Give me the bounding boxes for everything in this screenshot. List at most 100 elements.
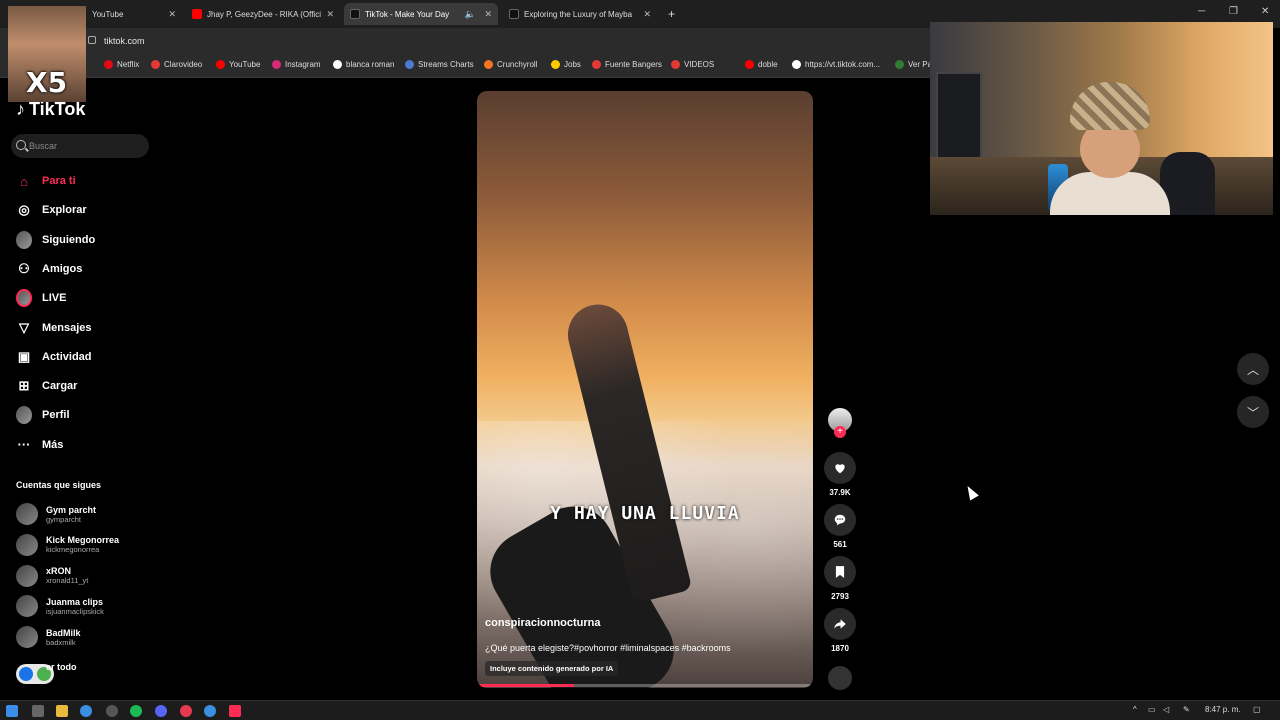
tab-tiktok[interactable]: TikTok - Make Your Day 🔈 ✕ bbox=[344, 3, 498, 25]
following-handle: kickmegonorrea bbox=[46, 545, 100, 555]
bookmark-item[interactable]: VIDEOS bbox=[671, 60, 714, 69]
following-text: BadMilk badxmilk bbox=[46, 628, 81, 647]
close-icon[interactable]: ✕ bbox=[168, 9, 176, 20]
bookmark-item[interactable]: Netflix bbox=[104, 60, 139, 69]
tiktok-logo[interactable]: ♪ TikTok bbox=[16, 99, 85, 120]
tab-maybach[interactable]: Exploring the Luxury of Mayba ✕ bbox=[503, 3, 657, 25]
new-tab-button[interactable]: + bbox=[662, 3, 682, 25]
close-icon[interactable]: ✕ bbox=[484, 9, 492, 20]
bookmark-label: Crunchyroll bbox=[497, 60, 538, 69]
bookmark-item[interactable]: Fuente Bangers bbox=[592, 60, 662, 69]
following-item[interactable]: Juanma clips isjuanmaclipskick bbox=[16, 595, 104, 618]
like-button[interactable] bbox=[824, 452, 856, 484]
video-author[interactable]: conspiracionnocturna bbox=[485, 617, 601, 629]
music-disc-icon[interactable] bbox=[828, 666, 852, 690]
following-name: Kick Megonorrea bbox=[46, 535, 120, 546]
spotify-icon[interactable] bbox=[130, 705, 142, 717]
obs-icon[interactable] bbox=[106, 705, 118, 717]
chevron-up-icon: ︿ bbox=[1246, 362, 1259, 377]
bookmark-item[interactable]: blanca roman bbox=[333, 60, 394, 69]
sidebar-item-mensajes[interactable]: ▽ Mensajes bbox=[16, 319, 92, 337]
bookmark-item[interactable]: Instagram bbox=[272, 60, 321, 69]
bookmark-item[interactable]: doble bbox=[745, 60, 778, 69]
comment-button[interactable] bbox=[824, 504, 856, 536]
volume-icon[interactable]: ◁ bbox=[1163, 705, 1169, 714]
chevron-down-icon: ﹀ bbox=[1246, 405, 1259, 420]
bookmark-item[interactable]: Clarovideo bbox=[151, 60, 202, 69]
more-icon: ··· bbox=[17, 437, 31, 453]
pen-icon[interactable]: ✎ bbox=[1183, 705, 1190, 714]
meme-text: X5 bbox=[26, 66, 68, 99]
follow-plus-icon[interactable]: + bbox=[834, 426, 846, 438]
bookmark-label: YouTube bbox=[229, 60, 261, 69]
task-view-icon[interactable] bbox=[32, 705, 44, 717]
sidebar-item-más[interactable]: ··· Más bbox=[16, 436, 64, 454]
speaker-icon[interactable]: 🔈 bbox=[465, 9, 476, 20]
site-info-icon[interactable] bbox=[88, 36, 96, 44]
avatar bbox=[16, 564, 38, 587]
sidebar-item-label: Actividad bbox=[42, 350, 92, 363]
network-icon[interactable]: ▭ bbox=[1148, 705, 1156, 714]
bookmark-item[interactable]: Ver Pa bbox=[895, 60, 932, 69]
following-item[interactable]: Gym parcht gymparcht bbox=[16, 503, 96, 525]
search-icon bbox=[16, 140, 26, 150]
previous-video-button[interactable]: ︿ bbox=[1237, 353, 1269, 385]
clock-time[interactable]: 8:47 p. m. bbox=[1205, 705, 1241, 714]
bookmark-icon bbox=[484, 60, 493, 69]
sidebar-item-cargar[interactable]: ⊞ Cargar bbox=[16, 377, 78, 395]
following-item[interactable]: Kick Megonorrea kickmegonorrea bbox=[16, 533, 120, 556]
bookmark-label: VIDEOS bbox=[684, 60, 715, 69]
bookmark-item[interactable]: https://vt.tiktok.com... bbox=[792, 60, 880, 69]
youtube-icon bbox=[192, 9, 202, 19]
following-item[interactable]: BadMilk badxmilk bbox=[16, 626, 81, 649]
sidebar-item-live[interactable]: LIVE bbox=[16, 289, 66, 308]
tray-chevron-icon[interactable]: ^ bbox=[1133, 705, 1137, 714]
logo-text: TikTok bbox=[29, 99, 86, 119]
save-count: 2793 bbox=[831, 592, 849, 601]
app-icon[interactable] bbox=[180, 705, 192, 717]
bookmark-item[interactable]: Jobs bbox=[551, 60, 581, 69]
share-button[interactable] bbox=[824, 608, 856, 640]
restore-icon[interactable]: ❐ bbox=[1229, 6, 1238, 17]
tab-rika[interactable]: Jhay P, GeezyDee - RIKA (Offici ✕ bbox=[186, 3, 340, 25]
bookmark-icon bbox=[216, 60, 225, 69]
close-icon[interactable]: ✕ bbox=[326, 9, 334, 20]
sidebar-item-label: Cargar bbox=[42, 380, 78, 393]
sidebar-item-perfil[interactable]: Perfil bbox=[16, 406, 70, 425]
avatar bbox=[16, 289, 32, 308]
windows-start-icon[interactable] bbox=[6, 705, 18, 717]
sidebar-item-actividad[interactable]: ▣ Actividad bbox=[16, 348, 92, 366]
chrome-icon[interactable] bbox=[204, 705, 216, 717]
tab-youtube[interactable]: YouTube ✕ bbox=[86, 3, 182, 25]
url-field[interactable]: tiktok.com bbox=[98, 32, 918, 50]
tiktok-icon bbox=[509, 9, 519, 19]
close-icon[interactable]: ✕ bbox=[643, 9, 651, 20]
video-progress-bar[interactable] bbox=[477, 684, 813, 687]
search-input[interactable]: Buscar bbox=[11, 134, 149, 158]
bookmark-label: blanca roman bbox=[346, 60, 395, 69]
following-name: Juanma clips bbox=[46, 596, 104, 607]
file-explorer-icon[interactable] bbox=[56, 705, 68, 717]
profile-avatar bbox=[16, 406, 32, 425]
sidebar-item-amigos[interactable]: ⚇ Amigos bbox=[16, 260, 82, 278]
heart-icon bbox=[835, 464, 845, 474]
bookmark-item[interactable]: Crunchyroll bbox=[484, 60, 537, 69]
close-window-icon[interactable]: ✕ bbox=[1261, 6, 1269, 17]
sidebar-item-para-ti[interactable]: ⌂ Para ti bbox=[16, 172, 76, 190]
video-player[interactable]: Y HAY UNA LLUVIA conspiracionnocturna ¿Q… bbox=[477, 91, 813, 688]
notifications-icon[interactable]: ▢ bbox=[1253, 705, 1261, 714]
mouse-cursor bbox=[963, 483, 979, 501]
sidebar-item-label: Para ti bbox=[42, 175, 76, 187]
bookmark-item[interactable]: YouTube bbox=[216, 60, 260, 69]
bookmark-item[interactable]: Streams Charts bbox=[405, 60, 474, 69]
discord-icon[interactable] bbox=[155, 705, 167, 717]
minimize-icon[interactable]: ─ bbox=[1198, 6, 1205, 17]
following-item[interactable]: xRON xronald11_yt bbox=[16, 564, 88, 587]
chrome-icon[interactable] bbox=[80, 705, 92, 717]
next-video-button[interactable]: ﹀ bbox=[1237, 396, 1269, 428]
save-button[interactable] bbox=[824, 556, 856, 588]
tiktok-icon[interactable] bbox=[229, 705, 241, 717]
see-all-link[interactable]: er todo bbox=[46, 662, 77, 672]
sidebar-item-explorar[interactable]: ◎ Explorar bbox=[16, 201, 86, 219]
sidebar-item-siguiendo[interactable]: Siguiendo bbox=[16, 230, 95, 249]
